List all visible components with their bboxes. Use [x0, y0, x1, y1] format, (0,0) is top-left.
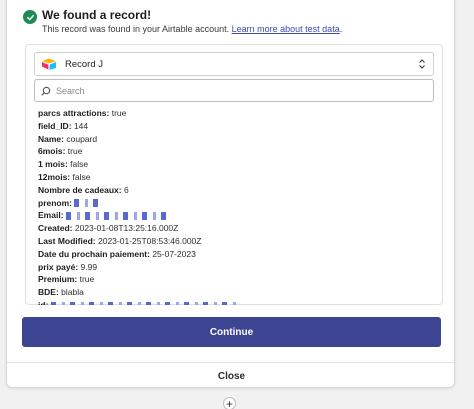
check-circle-icon [23, 10, 37, 24]
close-button[interactable]: Close [7, 366, 454, 386]
record-panel: Record J parcs attractions: true field_I… [25, 44, 443, 305]
record-select[interactable]: Record J [34, 52, 434, 76]
redacted-value [50, 301, 241, 305]
field-row: parcs attractions: true [38, 108, 127, 118]
field-row: 1 mois: false [38, 159, 89, 170]
search-icon [41, 86, 51, 96]
field-row: 12mois: false [38, 171, 91, 182]
learn-more-link[interactable]: Learn more about test data [232, 24, 340, 34]
record-fields-list: parcs attractions: true field_ID: 144 Na… [38, 107, 438, 305]
test-result-card: We found a record! This record was found… [6, 0, 455, 388]
continue-button[interactable]: Continue [22, 317, 441, 347]
field-row: Email: [38, 209, 438, 222]
field-row: 6mois: true [38, 146, 83, 157]
footer-divider [7, 362, 454, 363]
field-row: Premium: true [38, 274, 95, 285]
field-row: Last Modified: 2023-01-25T08:53:46.000Z [38, 235, 202, 246]
record-select-value: Record J [65, 58, 104, 70]
redacted-value [65, 212, 172, 221]
field-row: id: [38, 299, 438, 305]
success-description: This record was found in your Airtable a… [42, 24, 342, 34]
success-description-text: This record was found in your Airtable a… [42, 24, 230, 34]
field-row: BDE: blabla [38, 287, 84, 298]
field-row: prix payé: 9.99 [38, 261, 98, 272]
success-description-suffix: . [339, 24, 343, 34]
field-row: Created: 2023-01-08T13:25:16.000Z [38, 223, 179, 234]
field-row: prenom: [38, 197, 438, 210]
redacted-value [74, 199, 103, 208]
field-row: field_ID: 144 [38, 120, 89, 131]
field-row: Date du prochain paiement: 25-07-2023 [38, 248, 196, 259]
search-input[interactable] [56, 85, 416, 96]
search-field[interactable] [34, 79, 434, 102]
airtable-logo-icon [42, 58, 56, 70]
add-step-button[interactable]: + [223, 397, 236, 409]
field-row: Name: coupard [38, 133, 98, 144]
chevron-up-down-icon [419, 59, 425, 69]
success-title: We found a record! [42, 8, 152, 22]
field-row: Nombre de cadeaux: 6 [38, 184, 129, 195]
